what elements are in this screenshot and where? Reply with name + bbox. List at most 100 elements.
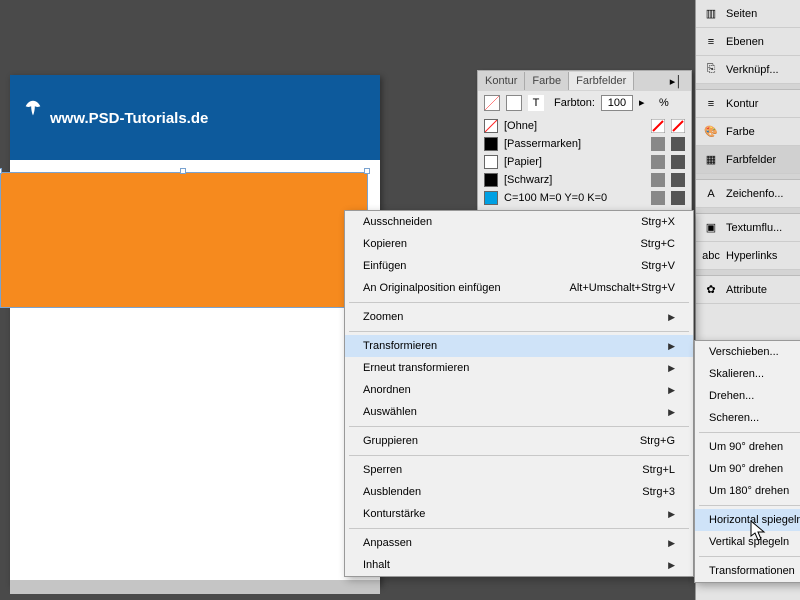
swatch-type-icon [671, 119, 685, 133]
selection-handle[interactable] [364, 168, 370, 174]
swatch-row[interactable]: [Schwarz] [484, 171, 685, 189]
submenu-umdrehen[interactable]: Um 90° drehen [695, 436, 800, 458]
menu-transformieren[interactable]: Transformieren▶ [345, 335, 693, 357]
menu-label: An Originalposition einfügen [363, 282, 501, 294]
panel-icon: ▦ [702, 151, 720, 169]
submenu-scheren[interactable]: Scheren... [695, 407, 800, 429]
menu-anpassen[interactable]: Anpassen▶ [345, 532, 693, 554]
submenu-vertikalspiegeln[interactable]: Vertikal spiegeln [695, 531, 800, 553]
menu-anoriginalpositioneinfgen[interactable]: An Originalposition einfügenAlt+Umschalt… [345, 277, 693, 299]
menu-auswhlen[interactable]: Auswählen▶ [345, 401, 693, 423]
swatch-row[interactable]: [Ohne] [484, 117, 685, 135]
submenu-label: Um 90° drehen [709, 463, 783, 475]
swatch-row[interactable]: C=100 M=0 Y=0 K=0 [484, 189, 685, 207]
side-item-verknpf[interactable]: ⎘Verknüpf... [696, 56, 800, 84]
swatch-row[interactable]: [Passermarken] [484, 135, 685, 153]
stepper-icon[interactable]: ▸ [639, 96, 653, 110]
menu-konturstrke[interactable]: Konturstärke▶ [345, 503, 693, 525]
swatch-type-icon [671, 173, 685, 187]
menu-shortcut: Strg+L [642, 464, 675, 476]
swatch-name: [Ohne] [504, 120, 645, 132]
side-item-kontur[interactable]: ≡Kontur [696, 90, 800, 118]
submenu-horizontalspiegeln[interactable]: Horizontal spiegeln [695, 509, 800, 531]
submenu-label: Um 90° drehen [709, 441, 783, 453]
swatch-name: [Papier] [504, 156, 645, 168]
submenu-label: Drehen... [709, 390, 754, 402]
swatch-row[interactable]: [Papier] [484, 153, 685, 171]
submenu-arrow-icon: ▶ [668, 363, 675, 374]
tab-kontur[interactable]: Kontur [478, 72, 525, 90]
swatch-color [484, 191, 498, 205]
menu-ausschneiden[interactable]: AusschneidenStrg+X [345, 211, 693, 233]
side-label: Farbfelder [726, 154, 776, 166]
swatch-name: [Schwarz] [504, 174, 645, 186]
menu-anordnen[interactable]: Anordnen▶ [345, 379, 693, 401]
swatch-color [484, 137, 498, 151]
submenu-label: Transformationen [709, 565, 795, 577]
side-label: Hyperlinks [726, 250, 777, 262]
menu-erneuttransformieren[interactable]: Erneut transformieren▶ [345, 357, 693, 379]
side-item-attribute[interactable]: ✿Attribute [696, 276, 800, 304]
panel-icon: A [702, 185, 720, 203]
panel-icon: abc [702, 247, 720, 265]
side-item-hyperlinks[interactable]: abc Hyperlinks [696, 242, 800, 270]
submenu-arrow-icon: ▶ [668, 560, 675, 571]
menu-gruppieren[interactable]: GruppierenStrg+G [345, 430, 693, 452]
selection-handle[interactable] [180, 168, 186, 174]
submenu-drehen[interactable]: Drehen... [695, 385, 800, 407]
selection-handle[interactable] [0, 168, 2, 174]
menu-label: Anordnen [363, 384, 411, 396]
panel-icon: ≡ [702, 33, 720, 51]
side-label: Kontur [726, 98, 758, 110]
context-menu: AusschneidenStrg+XKopierenStrg+CEinfügen… [344, 210, 694, 577]
submenu-label: Vertikal spiegeln [709, 536, 789, 548]
swatch-attr-icon [651, 191, 665, 205]
fill-stroke-icon[interactable] [484, 95, 500, 111]
selected-rectangle[interactable] [0, 172, 368, 308]
swatch-attr-icon [651, 155, 665, 169]
hue-input[interactable] [601, 95, 633, 111]
container-icon[interactable] [506, 95, 522, 111]
side-item-textumflu[interactable]: ▣Textumflu... [696, 214, 800, 242]
swatch-name: C=100 M=0 Y=0 K=0 [504, 192, 645, 204]
menu-ausblenden[interactable]: AusblendenStrg+3 [345, 481, 693, 503]
side-label: Seiten [726, 8, 757, 20]
percent-label: % [659, 97, 669, 109]
menu-inhalt[interactable]: Inhalt▶ [345, 554, 693, 576]
swatch-color [484, 155, 498, 169]
menu-label: Zoomen [363, 311, 403, 323]
swatch-name: [Passermarken] [504, 138, 645, 150]
submenu-umdrehen[interactable]: Um 180° drehen [695, 480, 800, 502]
submenu-umdrehen[interactable]: Um 90° drehen [695, 458, 800, 480]
submenu-arrow-icon: ▶ [668, 407, 675, 418]
tab-farbe[interactable]: Farbe [525, 72, 569, 90]
panel-icon: ▥ [702, 5, 720, 23]
side-item-farbfelder[interactable]: ▦ Farbfelder [696, 146, 800, 174]
menu-kopieren[interactable]: KopierenStrg+C [345, 233, 693, 255]
menu-label: Ausblenden [363, 486, 421, 498]
submenu-verschieben[interactable]: Verschieben... [695, 341, 800, 363]
submenu-skalieren[interactable]: Skalieren... [695, 363, 800, 385]
submenu-arrow-icon: ▶ [668, 312, 675, 323]
panel-icon: 🎨 [702, 123, 720, 141]
tab-farbfelder[interactable]: Farbfelder [569, 72, 634, 90]
submenu-transformationen[interactable]: Transformationen [695, 560, 800, 582]
panel-menu-icon[interactable]: ▸│ [661, 75, 691, 88]
menu-sperren[interactable]: SperrenStrg+L [345, 459, 693, 481]
menu-zoomen[interactable]: Zoomen ▶ [345, 306, 693, 328]
side-item-seiten[interactable]: ▥ Seiten [696, 0, 800, 28]
page-scrollbar[interactable] [10, 580, 380, 594]
swatch-tabs: Kontur Farbe Farbfelder ▸│ [478, 71, 691, 91]
butterfly-logo [22, 98, 44, 120]
text-icon[interactable]: T [528, 95, 544, 111]
side-item-farbe[interactable]: 🎨Farbe [696, 118, 800, 146]
side-item-ebenen[interactable]: ≡Ebenen [696, 28, 800, 56]
swatch-type-icon [671, 155, 685, 169]
menu-einfgen[interactable]: EinfügenStrg+V [345, 255, 693, 277]
menu-label: Ausschneiden [363, 216, 432, 228]
swatch-type-icon [671, 137, 685, 151]
side-label: Attribute [726, 284, 767, 296]
swatch-color [484, 173, 498, 187]
hue-label: Farbton: [554, 97, 595, 109]
side-item-zeichenfo[interactable]: AZeichenfo... [696, 180, 800, 208]
